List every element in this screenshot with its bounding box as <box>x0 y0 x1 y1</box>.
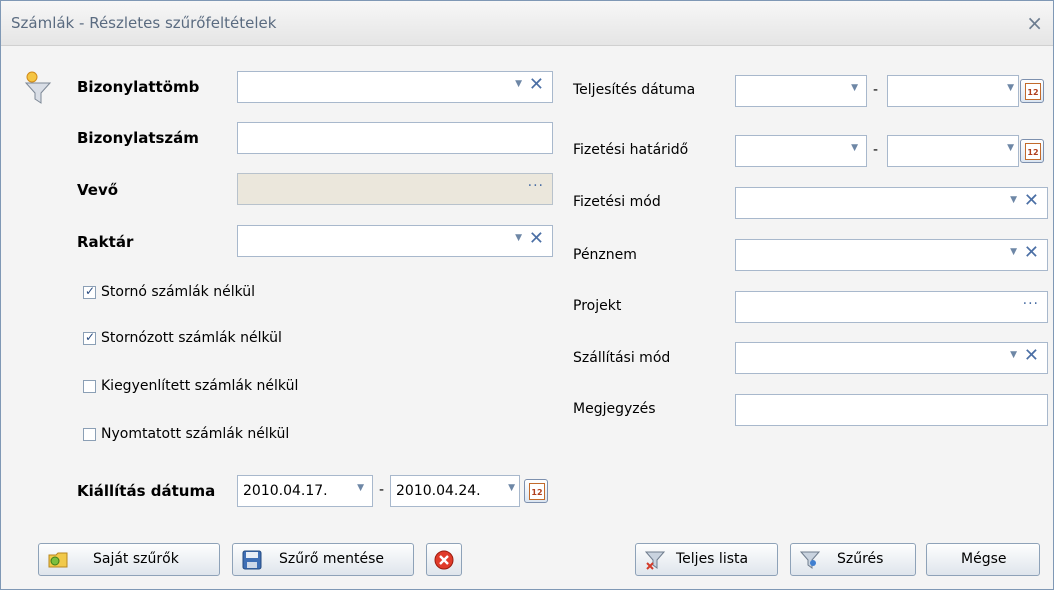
fizetesi-mod-combo[interactable]: ▼ ✕ <box>735 187 1048 219</box>
fizetesi-hatarido-to-date[interactable]: ▼ <box>887 135 1019 167</box>
clear-icon[interactable]: ✕ <box>529 228 544 249</box>
teljes-lista-button[interactable]: Teljes lista <box>635 543 778 576</box>
checkbox-box[interactable] <box>83 428 96 441</box>
delete-button[interactable] <box>426 543 462 576</box>
fizetesi-hatarido-from-date[interactable]: ▼ <box>735 135 867 167</box>
projekt-field[interactable]: ··· <box>735 291 1048 323</box>
checkbox-box[interactable] <box>83 284 96 299</box>
projekt-label: Projekt <box>573 298 622 314</box>
date-value: 2010.04.17. <box>243 483 328 499</box>
kiallitas-label: Kiállítás dátuma <box>77 482 216 500</box>
filter-dialog: Számlák - Részletes szűrőfeltételek × Bi… <box>0 0 1054 590</box>
filter-icon <box>24 71 52 104</box>
calendar-day: 12 <box>529 483 545 500</box>
date-separator: - <box>873 142 879 158</box>
bizonylatszam-label: Bizonylatszám <box>77 129 199 147</box>
calendar-icon[interactable]: 12 <box>524 479 548 503</box>
chevron-down-icon[interactable]: ▼ <box>851 143 858 153</box>
clear-icon[interactable]: ✕ <box>1024 242 1039 263</box>
button-label: Mégse <box>961 551 1007 567</box>
raktar-combo[interactable]: ▼ ✕ <box>237 225 553 257</box>
calendar-day: 12 <box>1025 83 1041 100</box>
sajat-szurok-button[interactable]: Saját szűrők <box>38 543 220 576</box>
checkbox-label: Nyomtatott számlák nélkül <box>101 426 290 442</box>
funnel-clear-icon <box>644 551 666 570</box>
chevron-down-icon[interactable]: ▼ <box>1007 143 1014 153</box>
szures-button[interactable]: Szűrés <box>790 543 916 576</box>
close-icon[interactable]: × <box>1026 11 1043 35</box>
calendar-day: 12 <box>1025 143 1041 160</box>
clear-icon[interactable]: ✕ <box>1024 345 1039 366</box>
penznem-combo[interactable]: ▼ ✕ <box>735 239 1048 271</box>
szallitasi-mod-label: Szállítási mód <box>573 350 671 366</box>
teljesites-label: Teljesítés dátuma <box>573 82 696 98</box>
szallitasi-mod-combo[interactable]: ▼ ✕ <box>735 342 1048 374</box>
folder-icon <box>48 552 68 568</box>
bizonylatszam-input[interactable] <box>237 122 553 154</box>
fizetesi-hatarido-label: Fizetési határidő <box>573 142 689 158</box>
szuro-mentese-button[interactable]: Szűrő mentése <box>232 543 414 576</box>
date-separator: - <box>873 82 879 98</box>
vevo-field: ··· <box>237 173 553 205</box>
chevron-down-icon[interactable]: ▼ <box>1007 83 1014 93</box>
teljesites-to-date[interactable]: ▼ <box>887 75 1019 107</box>
checkbox-label: Stornózott számlák nélkül <box>101 330 282 346</box>
bizonylattomb-combo[interactable]: ▼ ✕ <box>237 71 553 103</box>
checkbox-label: Kiegyenlített számlák nélkül <box>101 378 299 394</box>
title-bar: Számlák - Részletes szűrőfeltételek × <box>1 1 1053 46</box>
kiallitas-from-date[interactable]: 2010.04.17. ▼ <box>237 475 373 507</box>
button-label: Szűrés <box>837 551 884 567</box>
date-value: 2010.04.24. <box>396 483 481 499</box>
checkbox-box[interactable] <box>83 330 96 345</box>
kiallitas-to-date[interactable]: 2010.04.24. ▼ <box>390 475 520 507</box>
megse-button[interactable]: Mégse <box>926 543 1040 576</box>
button-label: Saját szűrők <box>93 551 179 567</box>
teljesites-from-date[interactable]: ▼ <box>735 75 867 107</box>
chevron-down-icon[interactable]: ▼ <box>1010 350 1017 360</box>
megjegyzes-input[interactable] <box>735 394 1048 426</box>
chevron-down-icon[interactable]: ▼ <box>851 83 858 93</box>
chevron-down-icon[interactable]: ▼ <box>357 483 364 493</box>
funnel-icon <box>799 551 821 569</box>
checkbox-label: Stornó számlák nélkül <box>101 284 256 300</box>
save-icon <box>242 550 262 570</box>
chevron-down-icon[interactable]: ▼ <box>1010 195 1017 205</box>
button-label: Teljes lista <box>676 551 749 567</box>
chevron-down-icon[interactable]: ▼ <box>1010 247 1017 257</box>
chevron-down-icon[interactable]: ▼ <box>515 79 522 89</box>
megjegyzes-label: Megjegyzés <box>573 401 656 417</box>
delete-icon <box>434 550 454 570</box>
clear-icon[interactable]: ✕ <box>1024 190 1039 211</box>
vevo-label: Vevő <box>77 181 119 199</box>
ellipsis-icon[interactable]: ··· <box>528 178 544 194</box>
ellipsis-icon[interactable]: ··· <box>1023 296 1039 312</box>
bizonylattomb-label: Bizonylattömb <box>77 78 200 96</box>
checkbox-box[interactable] <box>83 380 96 393</box>
calendar-icon[interactable]: 12 <box>1020 79 1044 103</box>
button-label: Szűrő mentése <box>279 551 385 567</box>
date-separator: - <box>379 482 385 498</box>
calendar-icon[interactable]: 12 <box>1020 139 1044 163</box>
window-title: Számlák - Részletes szűrőfeltételek <box>11 14 277 32</box>
chevron-down-icon[interactable]: ▼ <box>508 483 515 493</box>
raktar-label: Raktár <box>77 233 134 251</box>
penznem-label: Pénznem <box>573 247 637 263</box>
clear-icon[interactable]: ✕ <box>529 74 544 95</box>
chevron-down-icon[interactable]: ▼ <box>515 233 522 243</box>
fizetesi-mod-label: Fizetési mód <box>573 194 661 210</box>
